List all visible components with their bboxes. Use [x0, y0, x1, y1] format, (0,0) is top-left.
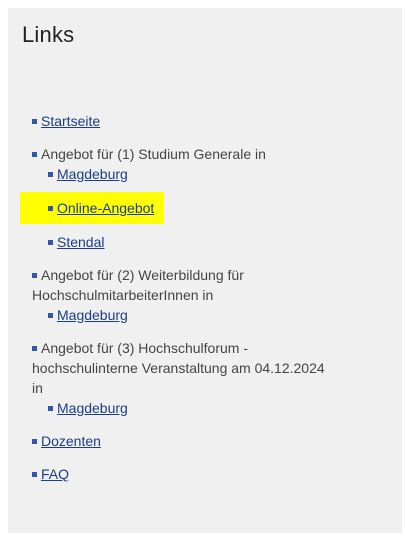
group3-label-line1: Angebot für (3) Hochschulforum -: [41, 340, 248, 356]
list-item-faq: FAQ: [32, 464, 392, 484]
bullet-icon: [48, 239, 53, 245]
bullet-icon: [32, 151, 37, 157]
sub-item-magdeburg: Magdeburg: [48, 164, 392, 184]
bullet-icon: [32, 118, 37, 124]
link-startseite[interactable]: Startseite: [41, 113, 100, 129]
group2-label-line2: HochschulmitarbeiterInnen in: [32, 287, 214, 303]
link-faq[interactable]: FAQ: [41, 466, 69, 482]
bullet-icon: [32, 471, 37, 477]
bullet-icon: [32, 438, 37, 444]
sub-item-magdeburg-3: Magdeburg: [48, 398, 392, 418]
link-stendal[interactable]: Stendal: [57, 234, 104, 250]
sub-item-magdeburg-2: Magdeburg: [48, 305, 392, 325]
bullet-icon: [32, 345, 37, 351]
highlight-online-angebot: Online-Angebot: [20, 192, 165, 224]
bullet-icon: [48, 405, 53, 411]
link-dozenten[interactable]: Dozenten: [41, 433, 101, 449]
group1-sublist: Magdeburg Online-Angebot Stendal: [20, 164, 392, 252]
bullet-icon: [32, 272, 37, 278]
link-online-angebot[interactable]: Online-Angebot: [57, 200, 154, 216]
link-magdeburg-hochschulforum[interactable]: Magdeburg: [57, 400, 128, 416]
list-item-dozenten: Dozenten: [32, 431, 392, 451]
list-item-group3: Angebot für (3) Hochschulforum - hochsch…: [32, 338, 392, 418]
list-item-group2: Angebot für (2) Weiterbildung für Hochsc…: [32, 265, 392, 325]
list-item-group1: Angebot für (1) Studium Generale in Magd…: [20, 144, 392, 252]
bullet-icon: [48, 205, 53, 211]
link-magdeburg-weiterbildung[interactable]: Magdeburg: [57, 307, 128, 323]
link-magdeburg-studium[interactable]: Magdeburg: [57, 166, 128, 182]
group2-label-line1: Angebot für (2) Weiterbildung für: [41, 267, 244, 283]
bullet-icon: [48, 171, 53, 177]
links-heading: Links: [22, 22, 75, 47]
sub-item-stendal: Stendal: [48, 232, 392, 252]
bullet-icon: [48, 312, 53, 318]
list-item-startseite: Startseite: [32, 111, 392, 131]
links-list: Startseite Angebot für (1) Studium Gener…: [20, 111, 392, 497]
sub-item-online: Online-Angebot: [20, 192, 392, 224]
group3-sublist: Magdeburg: [32, 398, 392, 418]
group3-label-line2: hochschulinterne Veranstaltung am 04.12.…: [32, 360, 325, 376]
group1-label: Angebot für (1) Studium Generale in: [41, 146, 266, 162]
group2-sublist: Magdeburg: [32, 305, 392, 325]
group3-label-line3: in: [32, 380, 43, 396]
